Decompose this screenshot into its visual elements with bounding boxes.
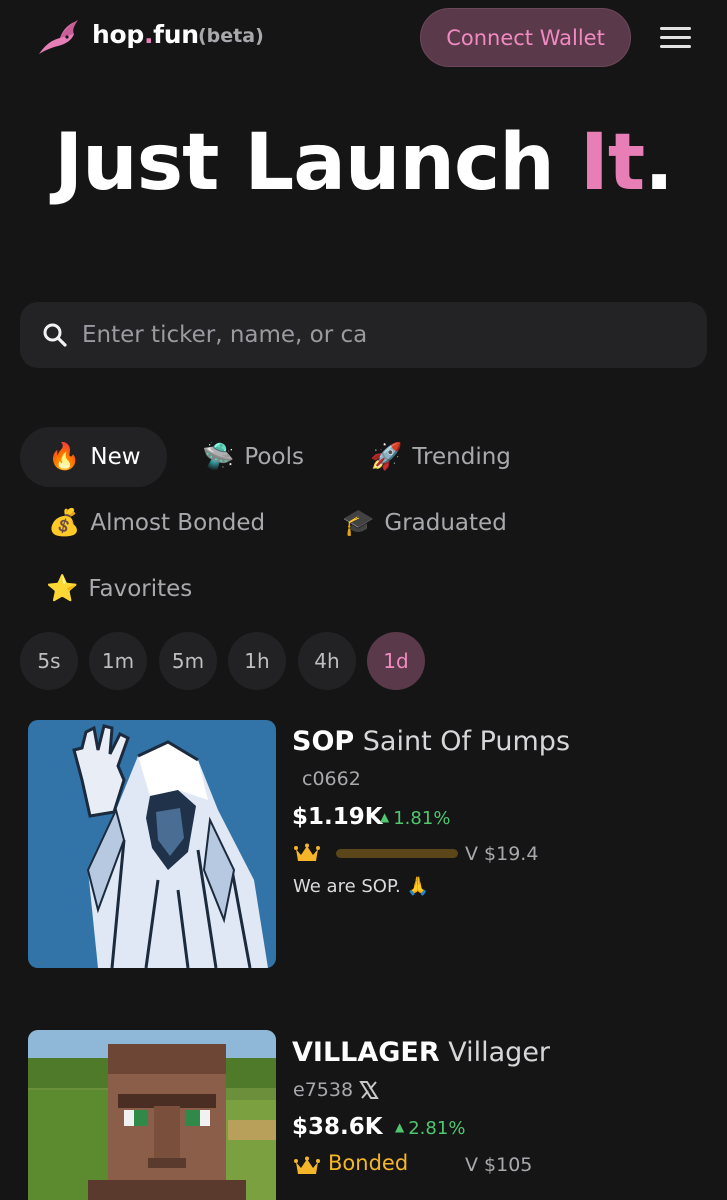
timeframe-4h[interactable]: 4h xyxy=(298,632,356,690)
rabbit-logo-icon[interactable] xyxy=(36,18,80,58)
token-ticker: SOP xyxy=(292,726,355,757)
token-description: We are SOP. 🙏 xyxy=(293,876,429,897)
timeframe-5m[interactable]: 5m xyxy=(159,632,217,690)
market-cap: $1.19K xyxy=(292,804,383,830)
graduation-cap-icon: 🎓 xyxy=(342,508,375,538)
crown-icon xyxy=(294,1156,320,1174)
tab-label: Graduated xyxy=(384,510,507,536)
tab-graduated[interactable]: 🎓 Graduated xyxy=(342,493,507,553)
timeframe-5s[interactable]: 5s xyxy=(20,632,78,690)
tab-label: Almost Bonded xyxy=(90,510,266,536)
token-image-sop[interactable] xyxy=(28,720,276,968)
token-name: Saint Of Pumps xyxy=(362,726,571,757)
volume: V $105 xyxy=(465,1154,533,1176)
token-ticker: VILLAGER xyxy=(292,1037,440,1068)
money-bag-icon: 💰 xyxy=(48,508,81,538)
token-image-villager[interactable] xyxy=(28,1030,276,1200)
token-title-sop[interactable]: SOP Saint Of Pumps xyxy=(292,726,570,757)
timeframe-1m[interactable]: 1m xyxy=(89,632,147,690)
volume: V $19.4 xyxy=(465,843,539,865)
x-twitter-icon[interactable] xyxy=(359,1080,379,1100)
fire-icon: 🔥 xyxy=(48,442,81,472)
tab-pools[interactable]: 🛸 Pools xyxy=(202,427,304,487)
hamburger-menu-icon[interactable] xyxy=(654,20,698,56)
hero-title: Just Launch It. xyxy=(54,118,674,208)
bonding-progress-bar xyxy=(336,849,458,858)
tab-label: Trending xyxy=(412,444,511,470)
timeframe-1d[interactable]: 1d xyxy=(367,632,425,690)
rocket-icon: 🚀 xyxy=(370,442,403,472)
price-change: ▲ 1.81% xyxy=(380,808,451,829)
market-cap: $38.6K xyxy=(292,1114,383,1140)
token-title-villager[interactable]: VILLAGER Villager xyxy=(292,1037,550,1068)
token-name: Villager xyxy=(448,1037,551,1068)
bonded-status: Bonded xyxy=(328,1151,409,1175)
tab-new[interactable]: 🔥 New xyxy=(20,427,167,487)
ufo-icon: 🛸 xyxy=(202,442,235,472)
tab-label: Pools xyxy=(244,444,304,470)
tab-favorites[interactable]: ⭐ Favorites xyxy=(46,559,192,619)
token-address[interactable]: e7538 xyxy=(293,1079,353,1101)
tab-trending[interactable]: 🚀 Trending xyxy=(370,427,511,487)
search-input[interactable] xyxy=(82,312,682,358)
crown-icon xyxy=(294,843,320,861)
brand-name[interactable]: hop.fun xyxy=(92,20,199,49)
up-arrow-icon: ▲ xyxy=(395,1120,405,1134)
tab-label: Favorites xyxy=(88,576,193,602)
search-icon xyxy=(43,323,67,347)
star-icon: ⭐ xyxy=(46,574,79,604)
header: hop.fun (beta) Connect Wallet xyxy=(0,0,727,80)
beta-badge: (beta) xyxy=(198,25,264,47)
up-arrow-icon: ▲ xyxy=(380,810,390,824)
price-change: ▲ 2.81% xyxy=(395,1118,466,1139)
tab-almost-bonded[interactable]: 💰 Almost Bonded xyxy=(48,493,265,553)
token-address[interactable]: c0662 xyxy=(302,768,361,790)
tab-label: New xyxy=(90,444,141,470)
connect-wallet-button[interactable]: Connect Wallet xyxy=(420,8,631,67)
timeframe-1h[interactable]: 1h xyxy=(228,632,286,690)
